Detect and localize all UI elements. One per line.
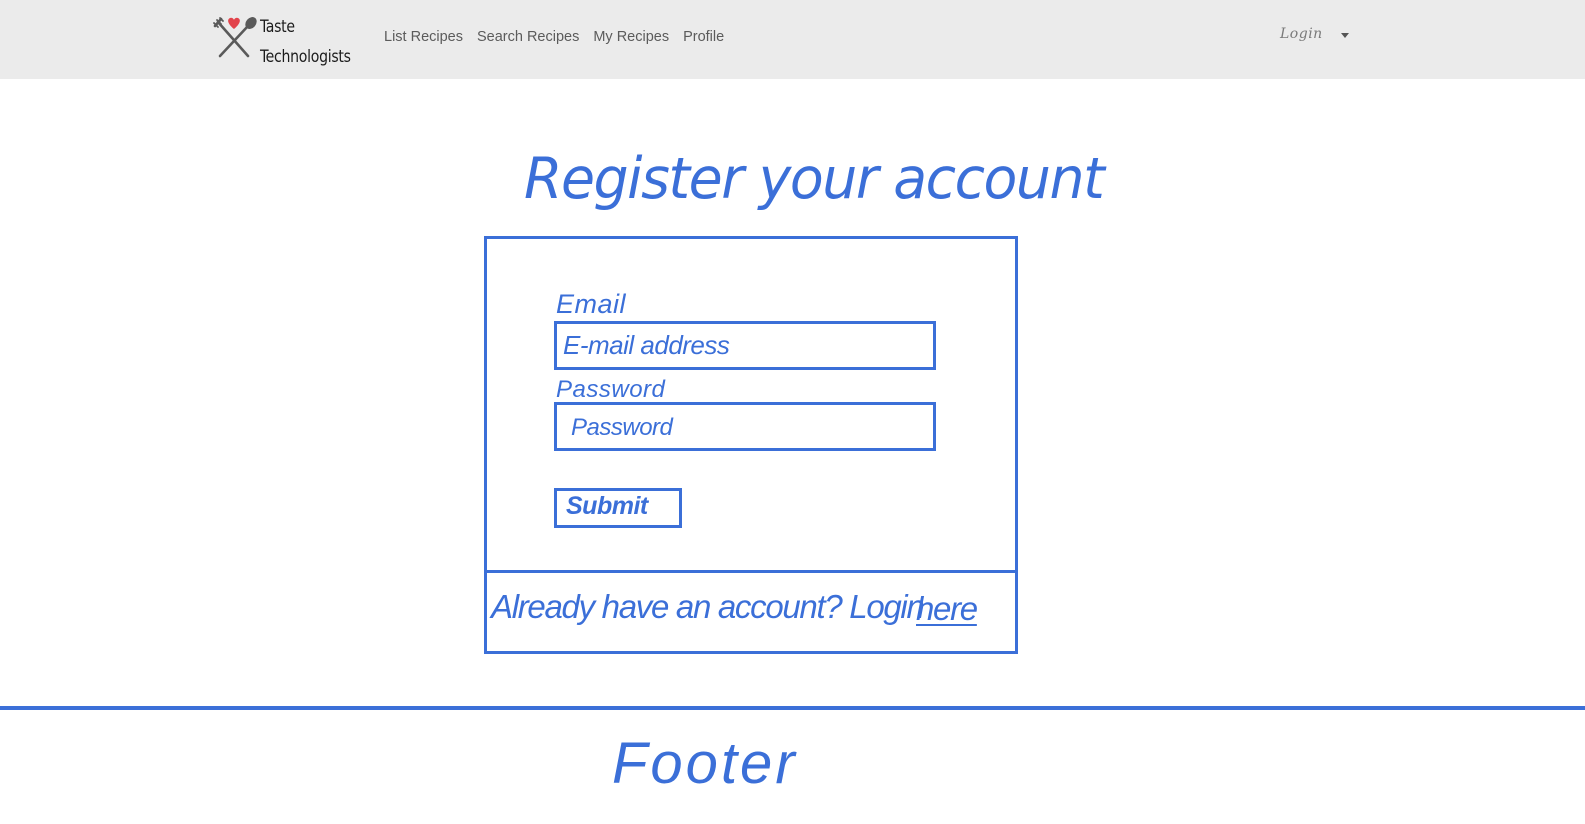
- brand-logo-link[interactable]: Taste Technologists: [212, 12, 359, 72]
- login-dropdown-label: Login: [1280, 26, 1323, 42]
- brand-name-line1: Taste: [260, 17, 295, 37]
- password-placeholder: Password: [571, 414, 673, 441]
- form-divider: [487, 570, 1015, 573]
- password-label: Password: [556, 376, 666, 403]
- email-label: Email: [556, 289, 627, 319]
- register-form: Email E-mail address Password Password S…: [484, 236, 1018, 654]
- submit-button[interactable]: Submit: [554, 488, 682, 528]
- nav-link-profile[interactable]: Profile: [683, 29, 724, 45]
- main-nav: List Recipes Search Recipes My Recipes P…: [384, 29, 738, 45]
- nav-link-search-recipes[interactable]: Search Recipes: [477, 29, 579, 45]
- login-dropdown[interactable]: Login: [1280, 26, 1349, 42]
- caret-down-icon: [1340, 32, 1349, 38]
- email-field[interactable]: E-mail address: [554, 321, 936, 370]
- footer: Footer: [612, 731, 798, 796]
- nav-link-list-recipes[interactable]: List Recipes: [384, 29, 463, 45]
- already-have-account-text: Already have an account? Login: [491, 588, 925, 625]
- email-placeholder: E-mail address: [563, 330, 730, 360]
- page-title: Register your account: [524, 146, 1105, 212]
- password-field[interactable]: Password: [554, 402, 936, 451]
- submit-button-label: Submit: [566, 492, 648, 520]
- brand-name: Taste Technologists: [260, 12, 351, 72]
- login-here-link[interactable]: here: [916, 590, 978, 628]
- footer-divider: [0, 706, 1585, 710]
- fork-spoon-heart-icon: [213, 17, 257, 58]
- nav-link-my-recipes[interactable]: My Recipes: [593, 29, 669, 45]
- brand-name-line2: Technologists: [260, 47, 351, 67]
- top-navbar: Taste Technologists List Recipes Search …: [0, 0, 1585, 79]
